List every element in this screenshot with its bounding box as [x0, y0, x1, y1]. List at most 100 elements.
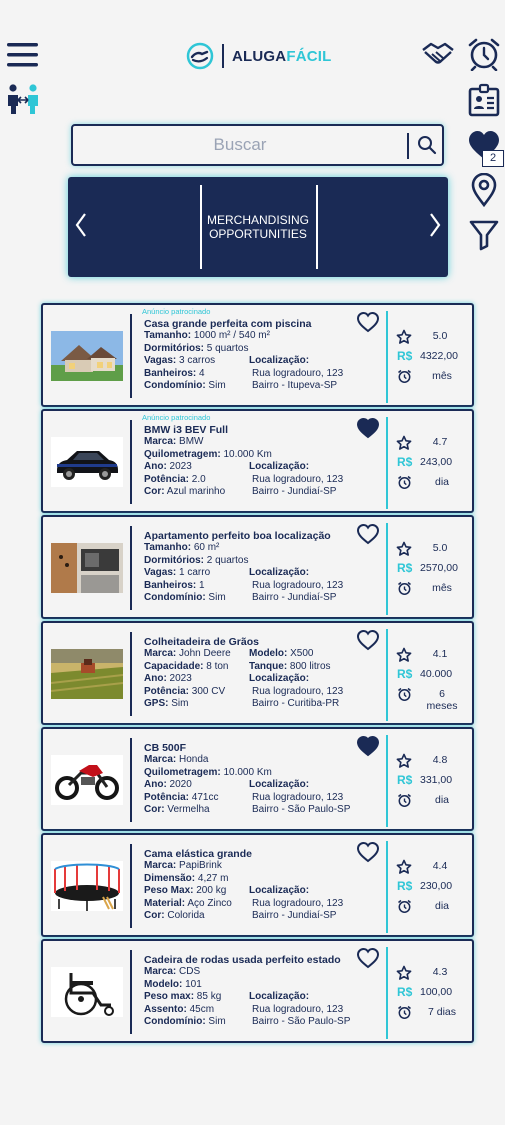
listing-detail: Banheiros: 1 — [144, 579, 205, 591]
card-divider — [130, 632, 132, 716]
listing-image[interactable] — [51, 649, 123, 699]
rental-period: 6 meses — [426, 688, 458, 712]
alarm-clock-icon — [397, 369, 412, 384]
listing-price: 243,00 — [420, 456, 453, 468]
listing-detail: Cor: Vermelha — [144, 804, 210, 816]
listing-card[interactable]: CB 500F Marca: Honda Quilometragem: 10.000… — [41, 727, 474, 831]
banner-prev-arrow-icon[interactable] — [74, 211, 88, 239]
listing-detail: Condomínio: Sim — [144, 1016, 226, 1028]
listing-detail: Material: Aço Zinco — [144, 897, 232, 909]
listing-location-detail: Rua logradouro, 123 — [252, 791, 344, 803]
listing-rating: 4.8 — [432, 754, 448, 766]
card-divider — [130, 950, 132, 1034]
currency-label: R$ — [397, 455, 413, 469]
listing-detail: Marca: PapiBrink — [144, 860, 222, 871]
listing-detail: Peso Max: 200 kg — [144, 885, 227, 897]
card-divider — [130, 314, 132, 398]
listing-location-detail: Rua logradouro, 123 — [252, 1003, 344, 1015]
listing-card[interactable]: Cadeira de rodas usada perfeito estado Ma… — [41, 939, 474, 1043]
card-divider-accent — [386, 735, 388, 827]
users-exchange-icon[interactable] — [6, 83, 40, 115]
rental-period: dia — [434, 794, 449, 806]
listing-detail: Banheiros: 4 — [144, 367, 205, 379]
alarm-clock-icon[interactable] — [467, 37, 501, 71]
star-icon — [396, 435, 412, 451]
location-pin-icon[interactable] — [470, 173, 498, 207]
listing-location-detail: Rua logradouro, 123 — [252, 579, 344, 591]
listing-location-detail: Rua logradouro, 123 — [252, 685, 344, 697]
menu-icon[interactable] — [7, 42, 39, 68]
listing-card[interactable]: Cama elástica grande Marca: PapiBrink Dime… — [41, 833, 474, 937]
listing-image[interactable] — [51, 331, 123, 381]
listing-image[interactable] — [51, 755, 123, 805]
favorite-outline-icon[interactable] — [356, 311, 380, 333]
listing-price: 4322,00 — [420, 350, 458, 362]
listing-detail: Cor: Colorida — [144, 910, 205, 922]
listing-image[interactable] — [51, 861, 123, 911]
listing-detail: Quilometragem: 10.000 Km — [144, 766, 272, 778]
favorite-filled-icon[interactable] — [356, 735, 380, 757]
star-icon — [396, 965, 412, 981]
listing-detail: Tamanho: 60 m² — [144, 542, 220, 553]
listing-title[interactable]: Casa grande perfeita com piscina — [144, 318, 311, 330]
favorite-outline-icon[interactable] — [356, 947, 380, 969]
currency-label: R$ — [397, 985, 413, 999]
merchandising-banner[interactable]: MERCHANDISING OPPORTUNITIES — [68, 177, 448, 277]
favorite-outline-icon[interactable] — [356, 523, 380, 545]
rental-period: mês — [432, 370, 452, 382]
listing-title[interactable]: Cadeira de rodas usada perfeito estado — [144, 954, 341, 966]
listing-detail: Ano: 2023 — [144, 673, 192, 685]
listing-detail: Quilometragem: 10.000 Km — [144, 448, 272, 460]
listing-detail: Cor: Azul marinho — [144, 486, 226, 498]
listing-location-detail: Bairro - Itupeva-SP — [252, 380, 338, 392]
search-input[interactable] — [73, 126, 407, 164]
listing-card[interactable]: Apartamento perfeito boa localização Tama… — [41, 515, 474, 619]
favorite-outline-icon[interactable] — [356, 629, 380, 651]
listing-title[interactable]: Colheitadeira de Grãos — [144, 636, 259, 648]
listing-image[interactable] — [51, 967, 123, 1017]
search-icon[interactable] — [417, 135, 437, 155]
filter-icon[interactable] — [469, 219, 499, 251]
favorite-filled-icon[interactable] — [356, 417, 380, 439]
listing-image[interactable] — [51, 543, 123, 593]
favorite-outline-icon[interactable] — [356, 841, 380, 863]
star-icon — [396, 541, 412, 557]
handshake-icon[interactable] — [421, 41, 455, 69]
listing-location-detail: Localização: — [249, 673, 310, 685]
listing-location-detail: Modelo: X500 — [249, 648, 314, 659]
listing-location-detail: Rua logradouro, 123 — [252, 473, 344, 485]
star-icon — [396, 753, 412, 769]
listing-location-detail: Bairro - Curitiba-PR — [252, 698, 340, 710]
currency-label: R$ — [397, 349, 413, 363]
listing-location-detail: Localização: — [249, 885, 310, 897]
listing-detail: Modelo: 101 — [144, 978, 202, 990]
banner-next-arrow-icon[interactable] — [428, 211, 442, 239]
listing-rating: 5.0 — [432, 542, 448, 554]
listing-location-detail: Localização: — [249, 355, 310, 367]
app-logo: ALUGAFÁCIL — [186, 40, 332, 72]
listing-location-detail: Localização: — [249, 567, 310, 579]
card-divider-accent — [386, 523, 388, 615]
listing-card[interactable]: Anúncio patrocinado Casa grande perfeita … — [41, 303, 474, 407]
listing-detail: Potência: 300 CV — [144, 685, 226, 697]
alarm-clock-icon — [397, 793, 412, 808]
search-divider — [407, 133, 409, 159]
listing-card[interactable]: Colheitadeira de Grãos Marca: John Deere C… — [41, 621, 474, 725]
listing-location-detail: Bairro - São Paulo-SP — [252, 804, 351, 816]
listing-image[interactable] — [51, 437, 123, 487]
listing-title[interactable]: BMW i3 BEV Full — [144, 424, 228, 436]
listing-detail: Dimensão: 4,27 m — [144, 872, 229, 884]
listing-title[interactable]: Cama elástica grande — [144, 848, 252, 860]
listing-title[interactable]: Apartamento perfeito boa localização — [144, 530, 331, 542]
listing-rating: 4.3 — [432, 966, 448, 978]
listing-detail: Marca: Honda — [144, 754, 209, 765]
listing-card[interactable]: Anúncio patrocinado BMW i3 BEV Full Marca:… — [41, 409, 474, 513]
listing-detail: Marca: John Deere — [144, 648, 231, 659]
listing-title[interactable]: CB 500F — [144, 742, 186, 754]
listing-price: 2570,00 — [420, 562, 458, 574]
listing-detail: Capacidade: 8 ton — [144, 660, 229, 672]
listing-location-detail: Bairro - São Paulo-SP — [252, 1016, 351, 1028]
listing-detail: Assento: 45cm — [144, 1003, 215, 1015]
listing-rating: 4.1 — [432, 648, 448, 660]
id-card-icon[interactable] — [468, 83, 500, 117]
